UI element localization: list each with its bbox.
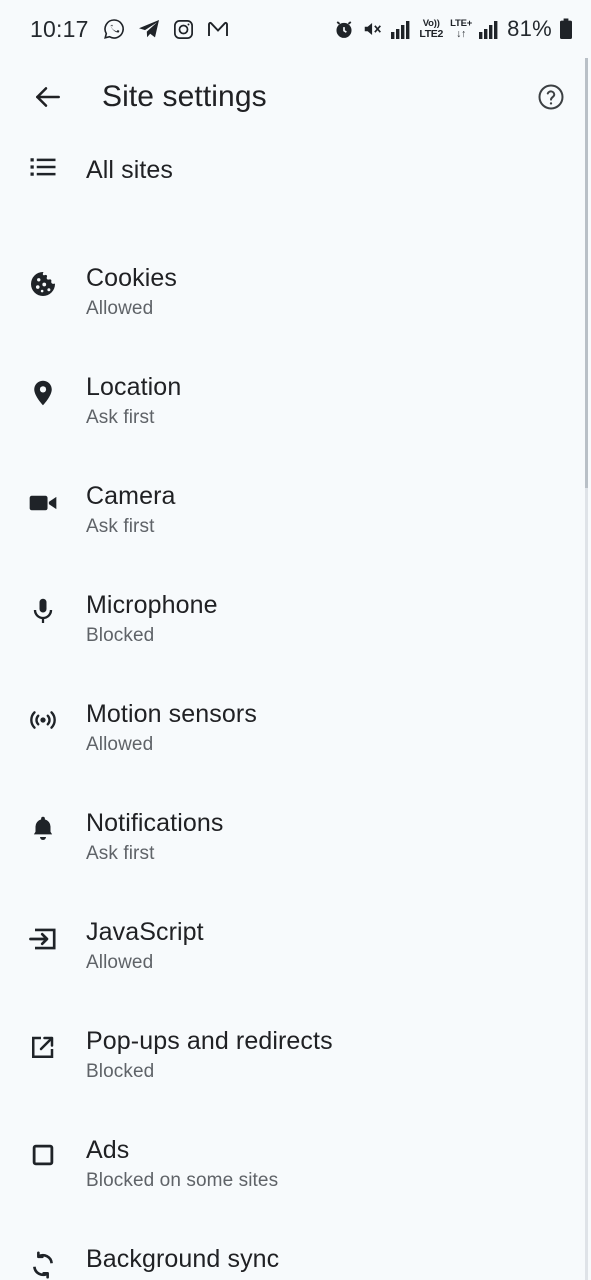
setting-text: Microphone Blocked bbox=[86, 582, 218, 650]
setting-title: Microphone bbox=[86, 591, 218, 619]
setting-title: Camera bbox=[86, 482, 176, 510]
alarm-icon bbox=[333, 18, 355, 40]
setting-text: Location Ask first bbox=[86, 364, 181, 432]
setting-value: Ask first bbox=[86, 407, 155, 428]
phone-screen: 10:17 Vo)) LTE2 LTE+ ↓↑ 81% Site setting… bbox=[0, 0, 591, 1280]
video-camera-icon bbox=[0, 473, 86, 519]
location-pin-icon bbox=[0, 364, 86, 408]
setting-title: Pop-ups and redirects bbox=[86, 1027, 333, 1055]
setting-row-cookies[interactable]: Cookies Allowed bbox=[0, 255, 591, 364]
setting-title: Ads bbox=[86, 1136, 130, 1164]
setting-title: JavaScript bbox=[86, 918, 204, 946]
setting-row-location[interactable]: Location Ask first bbox=[0, 364, 591, 473]
volte-label-bottom: LTE2 bbox=[419, 27, 444, 40]
setting-text: Notifications Ask first bbox=[86, 800, 223, 868]
sync-icon bbox=[0, 1236, 86, 1280]
cookie-icon bbox=[0, 255, 86, 299]
setting-row-all-sites[interactable]: All sites bbox=[0, 146, 591, 255]
setting-value: Allowed bbox=[86, 298, 154, 319]
motion-sensors-icon bbox=[0, 691, 86, 735]
arrow-left-icon bbox=[32, 81, 64, 113]
setting-text: Camera Ask first bbox=[86, 473, 176, 541]
microphone-icon bbox=[0, 582, 86, 626]
setting-value: Blocked bbox=[86, 625, 155, 646]
volume-mute-vibrate-icon bbox=[362, 18, 384, 40]
page-title: Site settings bbox=[102, 80, 267, 113]
setting-value: Blocked bbox=[86, 1061, 155, 1082]
setting-row-ads[interactable]: Ads Blocked on some sites bbox=[0, 1127, 591, 1236]
setting-value: Allowed bbox=[86, 734, 154, 755]
setting-text: Cookies Allowed bbox=[86, 255, 177, 323]
status-bar-system-icons: Vo)) LTE2 LTE+ ↓↑ 81% bbox=[333, 16, 573, 42]
status-bar-notification-icons bbox=[102, 17, 230, 41]
setting-row-camera[interactable]: Camera Ask first bbox=[0, 473, 591, 582]
setting-title: Motion sensors bbox=[86, 700, 257, 728]
open-in-new-icon bbox=[0, 1018, 86, 1062]
setting-title: Location bbox=[86, 373, 182, 401]
setting-row-javascript[interactable]: JavaScript Allowed bbox=[0, 909, 591, 1018]
gmail-icon bbox=[206, 17, 230, 41]
setting-row-background-sync[interactable]: Background sync Allowed bbox=[0, 1236, 591, 1280]
data-arrows-label: ↓↑ bbox=[456, 27, 467, 40]
battery-percent-label: 81% bbox=[507, 16, 552, 41]
help-button[interactable] bbox=[529, 75, 573, 119]
setting-row-motion-sensors[interactable]: Motion sensors Allowed bbox=[0, 691, 591, 800]
setting-text: Ads Blocked on some sites bbox=[86, 1127, 278, 1195]
signal-bars-icon bbox=[391, 19, 412, 39]
status-bar-clock: 10:17 bbox=[30, 15, 89, 42]
help-circle-icon bbox=[536, 82, 566, 112]
arrow-into-box-icon bbox=[0, 909, 86, 955]
setting-value: Allowed bbox=[86, 1276, 279, 1280]
telegram-icon bbox=[137, 17, 161, 41]
setting-text: All sites bbox=[86, 146, 173, 188]
setting-text: Motion sensors Allowed bbox=[86, 691, 257, 759]
bell-icon bbox=[0, 800, 86, 844]
status-bar: 10:17 Vo)) LTE2 LTE+ ↓↑ 81% bbox=[0, 0, 591, 58]
setting-row-notifications[interactable]: Notifications Ask first bbox=[0, 800, 591, 909]
setting-value: Ask first bbox=[86, 516, 155, 537]
lte-plus-indicator: LTE+ ↓↑ bbox=[450, 19, 472, 39]
whatsapp-icon bbox=[102, 17, 126, 41]
signal-bars-2-icon bbox=[479, 19, 500, 39]
battery-icon bbox=[559, 18, 573, 40]
instagram-icon bbox=[172, 18, 195, 41]
setting-title: Cookies bbox=[86, 264, 178, 292]
setting-title: Background sync bbox=[86, 1245, 280, 1273]
setting-text: Background sync Allowed bbox=[86, 1236, 279, 1280]
setting-title: Notifications bbox=[86, 809, 224, 837]
volte-indicator: Vo)) LTE2 bbox=[419, 19, 443, 39]
square-icon bbox=[0, 1127, 86, 1169]
setting-text: Pop-ups and redirects Blocked bbox=[86, 1018, 333, 1086]
setting-text: JavaScript Allowed bbox=[86, 909, 204, 977]
setting-value: Blocked on some sites bbox=[86, 1170, 279, 1191]
setting-row-popups-redirects[interactable]: Pop-ups and redirects Blocked bbox=[0, 1018, 591, 1127]
app-bar: Site settings bbox=[0, 58, 591, 136]
list-icon bbox=[0, 146, 86, 182]
scrollbar-thumb[interactable] bbox=[585, 58, 588, 488]
setting-value: Ask first bbox=[86, 843, 155, 864]
setting-value: Allowed bbox=[86, 952, 154, 973]
setting-title: All sites bbox=[86, 156, 174, 184]
back-button[interactable] bbox=[26, 75, 70, 119]
setting-row-microphone[interactable]: Microphone Blocked bbox=[0, 582, 591, 691]
site-settings-list: All sites Cookies Allowed Location Ask f… bbox=[0, 136, 591, 1280]
